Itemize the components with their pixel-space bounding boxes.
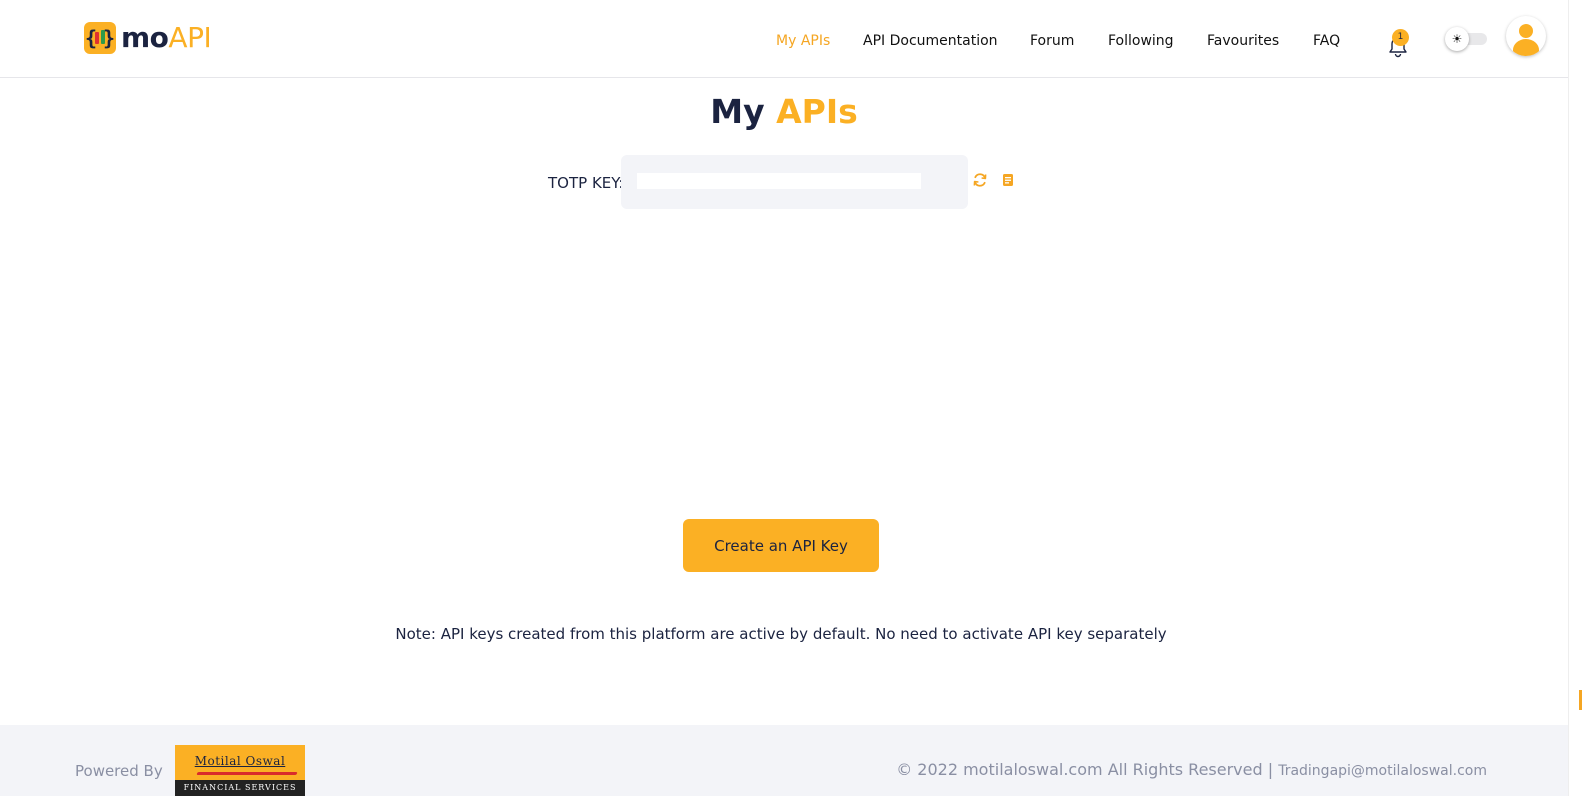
partner-logo-sub: FINANCIAL SERVICES <box>175 780 305 796</box>
create-api-key-button[interactable]: Create an API Key <box>683 519 879 572</box>
motilal-oswal-logo[interactable]: Motilal Oswal FINANCIAL SERVICES <box>175 745 305 796</box>
copyright-text: © 2022 motilaloswal.com All Rights Reser… <box>896 760 1487 779</box>
theme-toggle[interactable]: ☀ <box>1445 27 1487 51</box>
notification-badge: 1 <box>1392 29 1409 46</box>
powered-by-label: Powered By <box>75 762 163 780</box>
user-icon <box>1513 24 1539 56</box>
copy-icon[interactable] <box>1000 172 1016 188</box>
activation-note: Note: API keys created from this platfor… <box>395 625 1167 643</box>
nav-my-apis[interactable]: My APIs <box>776 33 830 49</box>
top-header: {} moAPI My APIs API Documentation Forum… <box>0 0 1568 78</box>
nav-forum[interactable]: Forum <box>1030 33 1074 49</box>
nav-api-documentation[interactable]: API Documentation <box>863 33 998 49</box>
page-title: My APIs <box>710 92 858 131</box>
nav-following[interactable]: Following <box>1108 33 1174 49</box>
contact-email-link[interactable]: Tradingapi@motilaloswal.com <box>1278 763 1487 779</box>
sun-icon: ☀ <box>1445 27 1469 51</box>
nav-favourites[interactable]: Favourites <box>1207 33 1279 49</box>
logo-swoosh <box>196 772 298 775</box>
totp-key-field[interactable] <box>637 173 921 189</box>
user-avatar[interactable] <box>1506 16 1546 56</box>
page-footer: Powered By Motilal Oswal FINANCIAL SERVI… <box>0 725 1568 796</box>
totp-key-box <box>621 155 968 209</box>
refresh-icon[interactable] <box>972 172 988 188</box>
nav-faq[interactable]: FAQ <box>1313 33 1340 49</box>
main-nav: My APIs API Documentation Forum Followin… <box>0 33 1568 53</box>
window-scrollbar[interactable] <box>1568 0 1582 796</box>
totp-key-label: TOTP KEY: <box>548 174 624 192</box>
partner-logo-name: Motilal Oswal <box>194 754 286 768</box>
